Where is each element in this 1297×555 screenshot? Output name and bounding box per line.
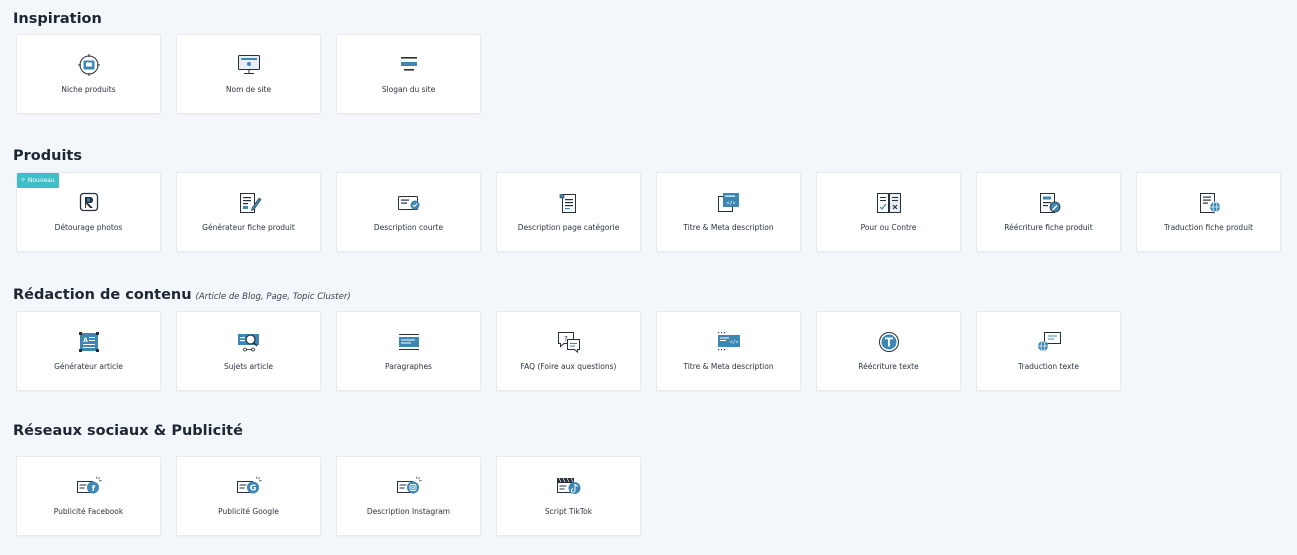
card-label: Générateur fiche produit <box>202 223 295 232</box>
card-sujets-article[interactable]: Sujets article <box>176 311 321 391</box>
card-script-tiktok[interactable]: Script TikTok <box>496 456 641 536</box>
svg-text:</>: </> <box>729 340 738 346</box>
card-nom-de-site[interactable]: Nom de site <box>176 34 321 114</box>
card-description-instagram[interactable]: Description Instagram <box>336 456 481 536</box>
section-title-text: Produits <box>13 148 82 164</box>
pros-cons-icon <box>875 191 903 215</box>
card-generateur-article[interactable]: A Générateur article <box>16 311 161 391</box>
code-document-icon: </> <box>715 191 743 215</box>
card-reecriture-texte[interactable]: Réécriture texte <box>816 311 961 391</box>
card-label: Description courte <box>373 223 444 232</box>
category-page-icon <box>555 191 583 215</box>
topic-search-icon <box>235 330 263 354</box>
card-publicite-google[interactable]: G Publicité Google <box>176 456 321 536</box>
tiktok-icon <box>555 475 583 499</box>
card-faq[interactable]: ? FAQ (Foire aux questions) <box>496 311 641 391</box>
card-niche-produits[interactable]: Niche produits <box>16 34 161 114</box>
sparkle-icon: ✧ <box>20 176 26 184</box>
card-label: Titre & Meta description <box>683 223 774 232</box>
svg-text:G: G <box>249 484 256 493</box>
card-traduction-texte[interactable]: Traduction texte <box>976 311 1121 391</box>
card-titre-meta-description-produit[interactable]: </> Titre & Meta description <box>656 172 801 252</box>
card-description-courte[interactable]: Description courte <box>336 172 481 252</box>
target-product-icon <box>75 53 103 77</box>
card-slogan-du-site[interactable]: Slogan du site <box>336 34 481 114</box>
paragraph-icon <box>395 330 423 354</box>
section-title-produits: Produits <box>13 148 82 164</box>
document-pencil-icon <box>235 191 263 215</box>
section-title-text: Inspiration <box>13 11 102 27</box>
card-label: Publicité Facebook <box>53 507 124 516</box>
svg-text:A: A <box>83 337 88 344</box>
card-label: Description page catégorie <box>517 223 620 232</box>
card-label: Titre & Meta description <box>683 362 774 371</box>
section-title-inspiration: Inspiration <box>13 11 102 27</box>
card-label: Réécriture texte <box>858 362 919 371</box>
new-badge: ✧ Nouveau <box>17 173 59 188</box>
article-generator-icon: A <box>75 330 103 354</box>
card-label: Slogan du site <box>381 85 436 94</box>
photo-cutout-icon <box>75 191 103 215</box>
card-description-page-categorie[interactable]: Description page catégorie <box>496 172 641 252</box>
section-title-text: Rédaction de contenu <box>13 287 192 303</box>
card-label: Nom de site <box>225 85 272 94</box>
document-rewrite-icon <box>1035 191 1063 215</box>
card-label: Réécriture fiche produit <box>1004 223 1093 232</box>
card-label: Détourage photos <box>54 223 123 232</box>
card-label: Script TikTok <box>544 507 593 516</box>
card-publicite-facebook[interactable]: f Publicité Facebook <box>16 456 161 536</box>
svg-text:</>: </> <box>726 201 735 207</box>
text-lines-icon <box>395 53 423 77</box>
card-label: Pour ou Contre <box>860 223 917 232</box>
card-reecriture-fiche-produit[interactable]: Réécriture fiche produit <box>976 172 1121 252</box>
card-generateur-fiche-produit[interactable]: Générateur fiche produit <box>176 172 321 252</box>
facebook-ad-icon: f <box>75 475 103 499</box>
section-title-redaction: Rédaction de contenu (Article de Blog, Pa… <box>13 287 351 303</box>
google-ad-icon: G <box>235 475 263 499</box>
card-label: Traduction texte <box>1018 362 1079 371</box>
svg-text:f: f <box>91 484 95 493</box>
card-label: Niche produits <box>61 85 116 94</box>
card-titre-meta-description-contenu[interactable]: </> Titre & Meta description <box>656 311 801 391</box>
card-label: Traduction fiche produit <box>1164 223 1253 232</box>
card-pour-ou-contre[interactable]: Pour ou Contre <box>816 172 961 252</box>
card-paragraphes[interactable]: Paragraphes <box>336 311 481 391</box>
card-label: Description Instagram <box>366 507 451 516</box>
meta-code-icon: </> <box>715 330 743 354</box>
card-check-icon <box>395 191 423 215</box>
section-title-reseaux: Réseaux sociaux & Publicité <box>13 423 243 439</box>
faq-chat-icon: ? <box>555 330 583 354</box>
card-traduction-fiche-produit[interactable]: Traduction fiche produit <box>1136 172 1281 252</box>
card-label: FAQ (Foire aux questions) <box>520 362 617 371</box>
card-label: Générateur article <box>54 362 123 371</box>
document-globe-icon <box>1195 191 1223 215</box>
text-rewrite-icon <box>875 330 903 354</box>
section-subtitle: (Article de Blog, Page, Topic Cluster) <box>195 292 351 302</box>
card-label: Paragraphes <box>385 362 432 371</box>
card-label: Sujets article <box>224 362 273 371</box>
instagram-icon <box>395 475 423 499</box>
section-title-text: Réseaux sociaux & Publicité <box>13 423 243 439</box>
monitor-icon <box>235 53 263 77</box>
card-label: Publicité Google <box>218 507 279 516</box>
text-translate-icon <box>1035 330 1063 354</box>
card-detourage-photos[interactable]: ✧ Nouveau Détourage photos <box>16 172 161 252</box>
badge-text: Nouveau <box>27 177 55 184</box>
